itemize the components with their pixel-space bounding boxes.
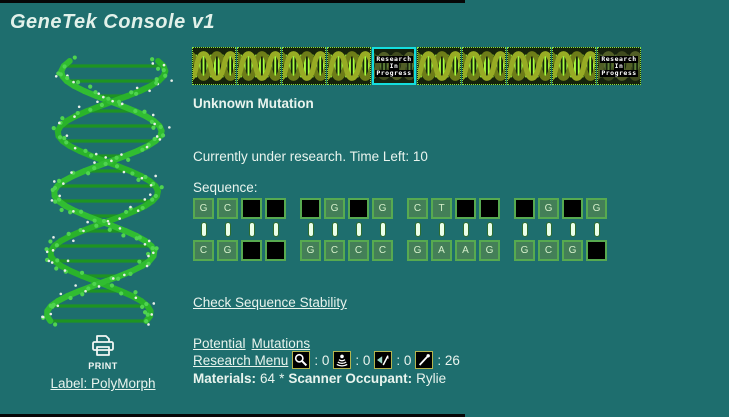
print-block: PRINT Label: PolyMorph	[50, 334, 156, 391]
blank-base-cell[interactable]	[562, 198, 583, 219]
page-title: GeneTek Console v1	[10, 11, 215, 33]
dna-helix-tile[interactable]	[552, 47, 596, 85]
research-menu-row: Research Menu : 0 : 0 : 0 : 26	[193, 351, 460, 369]
base-cell[interactable]: G	[193, 198, 214, 219]
blank-base-cell[interactable]	[514, 198, 535, 219]
dna-helix-tile[interactable]	[192, 47, 236, 85]
blank-base-cell[interactable]	[455, 198, 476, 219]
window-top-edge	[0, 0, 465, 3]
research-item-counts: : 0 : 0 : 0 : 26	[292, 351, 460, 369]
blank-base-cell[interactable]	[265, 198, 286, 219]
base-cell[interactable]: T	[431, 198, 452, 219]
research-in-progress-label: Research In Progress	[375, 54, 413, 77]
dna-molecule-image	[22, 53, 187, 333]
base-cell[interactable]: G	[514, 240, 535, 261]
sample-arrow-icon	[374, 351, 393, 369]
check-sequence-stability-link[interactable]: Check Sequence Stability	[193, 295, 347, 310]
scanner-occupant-label: Scanner Occupant:	[288, 371, 413, 386]
base-cell[interactable]: A	[455, 240, 476, 261]
base-cell[interactable]: A	[431, 240, 452, 261]
sequence-group: GGCGG	[514, 198, 607, 261]
blank-base-cell[interactable]	[348, 198, 369, 219]
dna-helix-tile[interactable]	[282, 47, 326, 85]
beacon-icon	[333, 351, 352, 369]
base-cell[interactable]: G	[586, 198, 607, 219]
magnifier-icon	[292, 351, 311, 369]
pair-connector	[379, 222, 386, 237]
label-polymorph-link[interactable]: Label: PolyMorph	[50, 376, 156, 391]
blank-base-cell[interactable]	[479, 198, 500, 219]
base-cell[interactable]: G	[562, 240, 583, 261]
dna-research-strip: Research In Progress Research In Progress	[192, 47, 641, 85]
pair-connector	[355, 222, 362, 237]
research-in-progress-label: Research In Progress	[600, 54, 638, 77]
pair-connector	[331, 222, 338, 237]
sequence-group: CGTAAG	[407, 198, 500, 261]
materials-label: Materials:	[193, 371, 257, 386]
pair-connector	[545, 222, 552, 237]
base-cell[interactable]: G	[372, 198, 393, 219]
pair-connector	[569, 222, 576, 237]
research-menu-link[interactable]: Research Menu	[193, 353, 288, 368]
print-caption: PRINT	[88, 361, 118, 371]
blank-base-cell[interactable]	[241, 198, 262, 219]
pair-connector	[414, 222, 421, 237]
base-cell[interactable]: C	[348, 240, 369, 261]
research-status-text: Currently under research. Time Left: 10	[193, 149, 428, 164]
blank-base-cell[interactable]	[586, 240, 607, 261]
blank-base-cell[interactable]	[265, 240, 286, 261]
mutation-name: Unknown Mutation	[193, 96, 314, 111]
base-cell[interactable]: G	[407, 240, 428, 261]
pair-connector	[593, 222, 600, 237]
base-cell[interactable]: C	[538, 240, 559, 261]
sequence-grid: GCCGGGCCGCCGTAAGGGCGG	[193, 198, 607, 261]
print-button[interactable]: PRINT	[88, 334, 118, 371]
materials-separator: *	[279, 371, 285, 386]
scanner-occupant-value: Rylie	[416, 371, 447, 386]
base-cell[interactable]: C	[324, 240, 345, 261]
pair-connector	[438, 222, 445, 237]
potential-link[interactable]: Potential	[193, 336, 246, 351]
pipette-icon	[415, 351, 434, 369]
pair-connector	[272, 222, 279, 237]
dna-helix-tile[interactable]	[462, 47, 506, 85]
base-cell[interactable]: C	[217, 198, 238, 219]
base-cell[interactable]: G	[324, 198, 345, 219]
pair-connector	[486, 222, 493, 237]
dna-helix-tile[interactable]	[417, 47, 461, 85]
blank-base-cell[interactable]	[241, 240, 262, 261]
item-count: : 0	[314, 352, 330, 368]
dna-helix-tile[interactable]	[507, 47, 551, 85]
materials-status-line: Materials: 64 * Scanner Occupant: Rylie	[193, 371, 450, 386]
item-count: : 0	[355, 352, 371, 368]
printer-icon	[89, 335, 117, 362]
base-cell[interactable]: G	[479, 240, 500, 261]
sequence-label: Sequence:	[193, 180, 258, 195]
pair-connector	[307, 222, 314, 237]
dna-helix-tile[interactable]	[237, 47, 281, 85]
sequence-group: GGCCGC	[300, 198, 393, 261]
base-cell[interactable]: G	[300, 240, 321, 261]
research-in-progress-tile[interactable]: Research In Progress	[372, 47, 416, 85]
sequence-group: GCCG	[193, 198, 286, 261]
blank-base-cell[interactable]	[300, 198, 321, 219]
mutation-links-row: Potential Mutations	[193, 336, 310, 351]
item-count: : 0	[396, 352, 412, 368]
pair-connector	[248, 222, 255, 237]
dna-helix-tile[interactable]	[327, 47, 371, 85]
pair-connector	[200, 222, 207, 237]
mutations-link[interactable]: Mutations	[252, 336, 311, 351]
base-cell[interactable]: G	[217, 240, 238, 261]
pair-connector	[521, 222, 528, 237]
item-count: : 26	[437, 352, 460, 368]
base-cell[interactable]: C	[193, 240, 214, 261]
base-cell[interactable]: C	[407, 198, 428, 219]
pair-connector	[462, 222, 469, 237]
pair-connector	[224, 222, 231, 237]
base-cell[interactable]: C	[372, 240, 393, 261]
base-cell[interactable]: G	[538, 198, 559, 219]
research-in-progress-tile[interactable]: Research In Progress	[597, 47, 641, 85]
materials-value: 64	[260, 371, 276, 386]
